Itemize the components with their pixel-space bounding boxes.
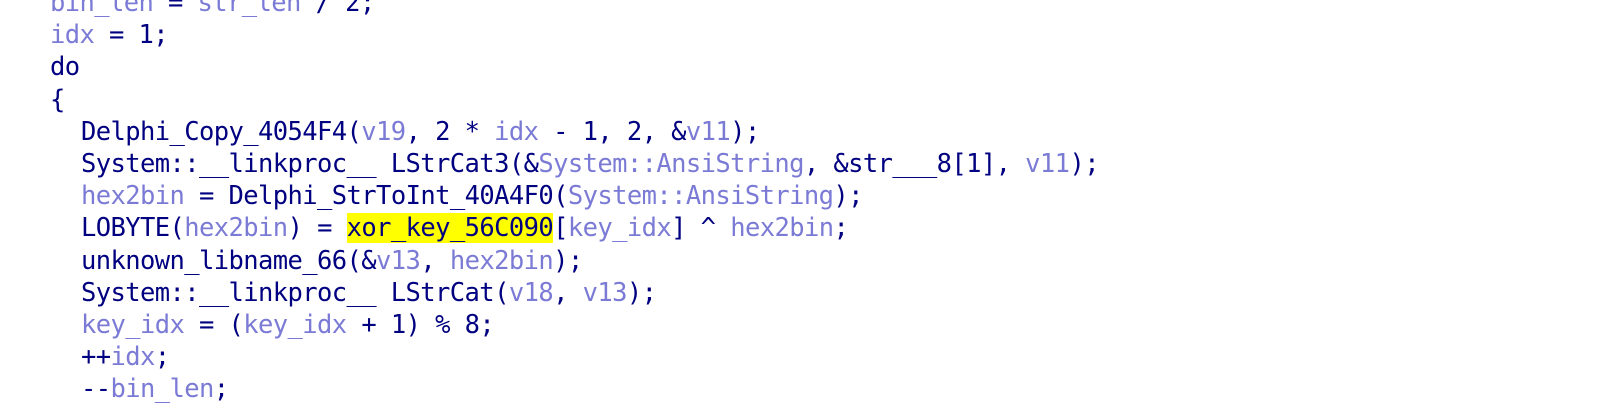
code-token: , 2 *: [405, 117, 495, 147]
code-token: ) =: [287, 213, 347, 243]
code-token: key_idx: [243, 310, 347, 340]
code-token: v11: [685, 117, 731, 147]
code-token: );: [1069, 149, 1099, 179]
code-line[interactable]: System::__linkproc__ LStrCat3(&System::A…: [50, 148, 1100, 180]
code-token: );: [833, 181, 863, 211]
code-token: = Delphi_StrToInt_40A4F0(: [184, 181, 568, 211]
code-token: );: [626, 278, 657, 308]
code-token: ;: [154, 342, 170, 372]
code-token: System::__linkproc__ LStrCat3(&: [81, 149, 539, 179]
code-token: / 2;: [300, 0, 376, 18]
code-token: idx: [494, 117, 539, 147]
code-line[interactable]: unknown_libname_66(&v13, hex2bin);: [50, 245, 583, 277]
code-token: idx: [50, 20, 95, 50]
code-token: LOBYTE(: [81, 213, 185, 243]
code-token: key_idx: [81, 310, 185, 340]
code-token: ,: [420, 246, 450, 276]
code-line[interactable]: {: [50, 84, 65, 116]
code-token: hex2bin: [81, 181, 185, 211]
code-token: System::AnsiString: [567, 181, 834, 211]
highlighted-symbol[interactable]: xor_key_56C090: [346, 213, 554, 243]
code-token: ,: [553, 278, 583, 308]
code-token: + 1) % 8;: [346, 310, 495, 340]
code-line[interactable]: LOBYTE(hex2bin) = xor_key_56C090[key_idx…: [50, 212, 849, 244]
code-token: str_len: [197, 0, 302, 18]
code-token: v11: [1025, 149, 1070, 179]
code-token: Delphi_Copy_4054F4(: [81, 117, 362, 147]
code-token: [: [553, 213, 568, 243]
code-line[interactable]: Delphi_Copy_4054F4(v19, 2 * idx - 1, 2, …: [50, 116, 760, 148]
code-token: hex2bin: [184, 213, 288, 243]
code-token: bin_len: [110, 374, 215, 404]
code-line[interactable]: key_idx = (key_idx + 1) % 8;: [50, 309, 495, 341]
code-token: System::AnsiString: [538, 149, 804, 179]
code-line[interactable]: System::__linkproc__ LStrCat(v18, v13);: [50, 277, 657, 309]
code-token: v13: [582, 278, 628, 308]
code-token: do: [50, 52, 80, 82]
code-line[interactable]: do: [50, 51, 80, 83]
code-token: - 1, 2, &: [538, 117, 686, 147]
code-token: );: [553, 246, 583, 276]
code-line[interactable]: hex2bin = Delphi_StrToInt_40A4F0(System:…: [50, 180, 863, 212]
code-token: hex2bin: [730, 213, 834, 243]
code-token: unknown_libname_66(&: [81, 246, 377, 276]
code-token: =: [153, 0, 198, 18]
code-token: hex2bin: [449, 246, 554, 276]
code-line[interactable]: bin_len = str_len / 2;: [50, 0, 375, 19]
pseudocode-view[interactable]: bin_len = str_len / 2; idx = 1; do { Del…: [0, 0, 1598, 412]
code-token: bin_len: [50, 0, 154, 18]
code-token: ;: [833, 213, 849, 243]
code-line[interactable]: idx = 1;: [50, 19, 169, 51]
code-token: ;: [213, 374, 229, 404]
code-token: System::__linkproc__ LStrCat(: [81, 278, 509, 308]
code-token: {: [50, 85, 65, 115]
code-token: );: [730, 117, 760, 147]
code-token: v18: [508, 278, 554, 308]
code-line[interactable]: --bin_len;: [50, 373, 229, 405]
code-token: = (: [184, 310, 244, 340]
code-token: ++: [81, 342, 111, 372]
code-token: ] ^: [671, 213, 731, 243]
code-token: idx: [110, 342, 156, 372]
code-token: --: [81, 374, 111, 404]
code-token: , &str___8[1],: [803, 149, 1026, 179]
code-token: v19: [361, 117, 406, 147]
code-token: key_idx: [567, 213, 672, 243]
code-token: v13: [376, 246, 421, 276]
code-token: = 1;: [94, 20, 169, 50]
code-line[interactable]: ++idx;: [50, 341, 170, 373]
